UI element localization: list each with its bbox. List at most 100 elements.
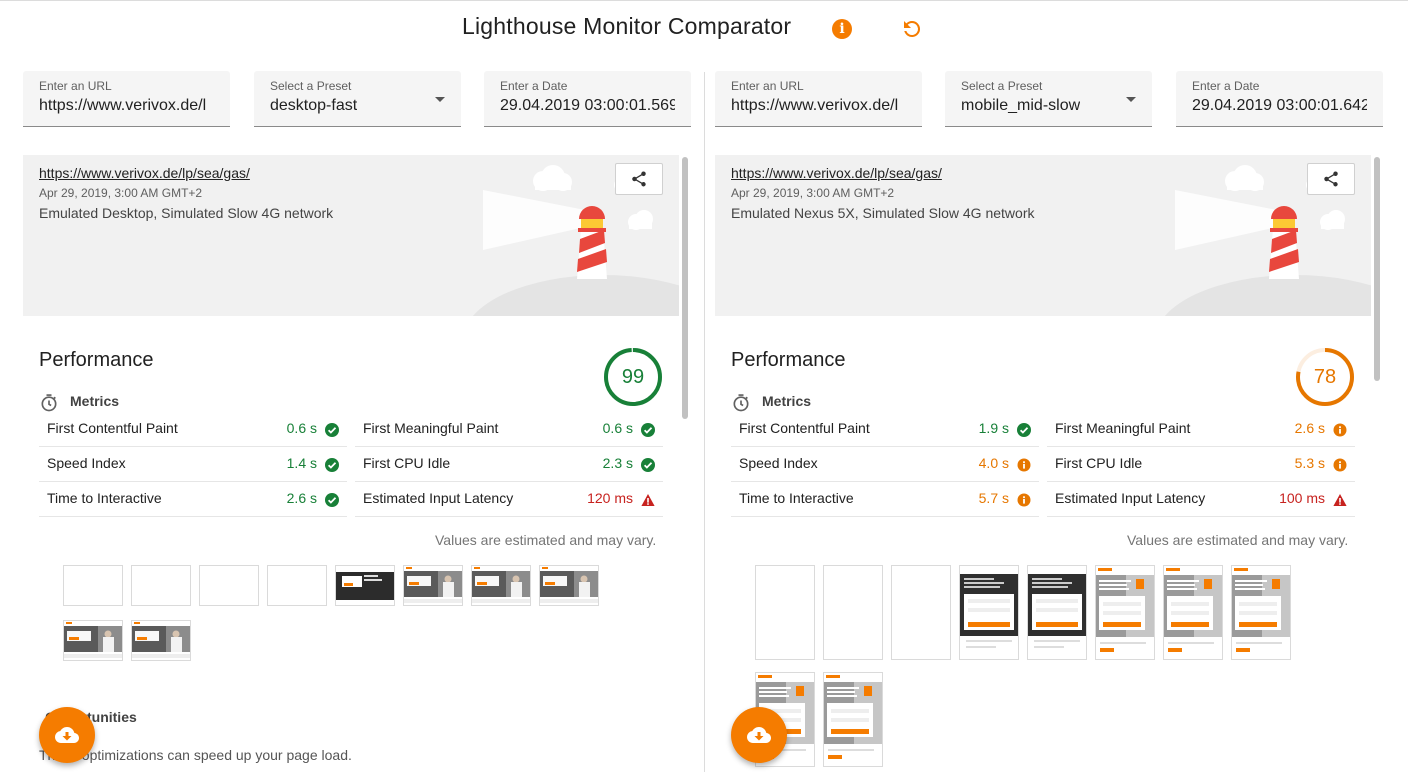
report-date: Apr 29, 2019, 3:00 AM GMT+2 <box>39 186 203 200</box>
preset-select-label: Select a Preset <box>961 79 1043 93</box>
metric-row: First Meaningful Paint 2.6 s <box>1047 412 1355 447</box>
screenshot-image <box>960 566 1018 658</box>
screenshot-image <box>132 621 190 660</box>
right-preset-select[interactable]: Select a Preset mobile_mid-slow <box>945 71 1152 127</box>
right-report-panel[interactable]: https://www.verivox.de/lp/sea/gas/ Apr 2… <box>715 155 1371 777</box>
preset-select-value[interactable]: mobile_mid-slow <box>961 97 1080 115</box>
share-button[interactable] <box>1307 163 1355 195</box>
info-icon[interactable]: i <box>832 19 852 39</box>
pass-check-icon <box>641 423 655 437</box>
metric-value: 2.6 s <box>1294 420 1325 436</box>
url-field-label: Enter an URL <box>39 79 112 93</box>
url-field-value[interactable]: https://www.verivox.de/l <box>731 97 909 115</box>
pass-check-icon <box>325 423 339 437</box>
url-field-value[interactable]: https://www.verivox.de/l <box>39 97 217 115</box>
date-field-label: Enter a Date <box>500 79 568 93</box>
date-field-value[interactable]: 29.04.2019 03:00:01.642 <box>1192 97 1367 115</box>
share-icon <box>1324 171 1338 187</box>
metric-name: Time to Interactive <box>47 490 162 506</box>
filmstrip-frame <box>823 672 883 767</box>
left-date-field[interactable]: Enter a Date 29.04.2019 03:00:01.569 <box>484 71 691 127</box>
report-environment: Emulated Nexus 5X, Simulated Slow 4G net… <box>731 205 1035 221</box>
metric-value: 5.7 s <box>978 490 1009 506</box>
metric-value: 4.0 s <box>978 455 1009 471</box>
metrics-label: Metrics <box>762 393 812 409</box>
metric-row: First CPU Idle 2.3 s <box>355 447 663 482</box>
filmstrip-frame <box>1095 565 1155 660</box>
left-download-button[interactable] <box>39 707 95 763</box>
screenshot-image <box>472 566 530 605</box>
average-info-icon <box>1333 423 1347 437</box>
right-scrollbar[interactable] <box>1374 157 1380 381</box>
performance-title: Performance <box>731 349 846 371</box>
performance-score: 78 <box>1313 366 1337 388</box>
filmstrip-frame <box>891 565 951 660</box>
left-scrollbar[interactable] <box>682 157 688 419</box>
dropdown-arrow-icon[interactable] <box>1126 97 1136 102</box>
metric-value: 1.9 s <box>978 420 1009 436</box>
metric-name: Estimated Input Latency <box>363 490 514 506</box>
metric-row: Estimated Input Latency 100 ms <box>1047 482 1355 517</box>
filmstrip-frame <box>63 565 123 606</box>
screenshot-image <box>64 621 122 660</box>
url-field-label: Enter an URL <box>731 79 804 93</box>
left-report-panel[interactable]: https://www.verivox.de/lp/sea/gas/ Apr 2… <box>23 155 679 777</box>
screenshot-image <box>1028 566 1086 658</box>
report-url-link[interactable]: https://www.verivox.de/lp/sea/gas/ <box>731 165 942 181</box>
report-url-link[interactable]: https://www.verivox.de/lp/sea/gas/ <box>39 165 250 181</box>
metric-name: Speed Index <box>739 455 818 471</box>
screenshot-image <box>824 673 882 765</box>
metric-name: First CPU Idle <box>1055 455 1143 471</box>
screenshot-image <box>540 566 598 605</box>
right-download-button[interactable] <box>731 707 787 763</box>
left-preset-select[interactable]: Select a Preset desktop-fast <box>254 71 461 127</box>
performance-title: Performance <box>39 349 154 371</box>
pass-check-icon <box>1017 423 1031 437</box>
metric-row: First Contentful Paint 0.6 s <box>39 412 347 447</box>
metric-name: Speed Index <box>47 455 126 471</box>
refresh-icon[interactable] <box>900 17 924 41</box>
date-field-value[interactable]: 29.04.2019 03:00:01.569 <box>500 97 675 115</box>
right-url-field[interactable]: Enter an URL https://www.verivox.de/l <box>715 71 922 127</box>
cloud-download-icon <box>747 727 771 743</box>
metric-row: First Contentful Paint 1.9 s <box>731 412 1039 447</box>
left-url-field[interactable]: Enter an URL https://www.verivox.de/l <box>23 71 230 127</box>
report-date: Apr 29, 2019, 3:00 AM GMT+2 <box>731 186 895 200</box>
filmstrip-frame <box>199 565 259 606</box>
share-button[interactable] <box>615 163 663 195</box>
filmstrip-frame <box>267 565 327 606</box>
screenshot-image <box>1164 566 1222 658</box>
filmstrip-frame <box>335 565 395 606</box>
fail-warning-icon <box>641 494 655 506</box>
cloud-download-icon <box>55 727 79 743</box>
metric-row: Time to Interactive 2.6 s <box>39 482 347 517</box>
filmstrip-frame <box>403 565 463 606</box>
filmstrip-frame <box>755 565 815 660</box>
filmstrip-frame <box>1027 565 1087 660</box>
filmstrip-frame <box>1231 565 1291 660</box>
filmstrip-frame <box>131 565 191 606</box>
metric-name: First CPU Idle <box>363 455 451 471</box>
screenshot-image <box>1232 566 1290 658</box>
metric-value: 100 ms <box>1279 490 1325 506</box>
filmstrip-frame <box>471 565 531 606</box>
metric-row: Time to Interactive 5.7 s <box>731 482 1039 517</box>
filmstrip-frame <box>63 620 123 661</box>
metric-row: First Meaningful Paint 0.6 s <box>355 412 663 447</box>
filmstrip-frame <box>823 565 883 660</box>
column-divider <box>704 72 705 772</box>
metric-row: Estimated Input Latency 120 ms <box>355 482 663 517</box>
share-icon <box>632 171 646 187</box>
dropdown-arrow-icon[interactable] <box>435 97 445 102</box>
estimate-note: Values are estimated and may vary. <box>435 532 657 548</box>
preset-select-value[interactable]: desktop-fast <box>270 97 357 115</box>
metric-name: First Contentful Paint <box>47 420 178 436</box>
top-border <box>0 0 1408 1</box>
metric-name: First Meaningful Paint <box>1055 420 1191 436</box>
screenshot-image <box>1096 566 1154 658</box>
right-date-field[interactable]: Enter a Date 29.04.2019 03:00:01.642 <box>1176 71 1383 127</box>
average-info-icon <box>1333 458 1347 472</box>
screenshot-image <box>404 566 462 605</box>
report-header: https://www.verivox.de/lp/sea/gas/ Apr 2… <box>715 155 1371 316</box>
preset-select-label: Select a Preset <box>270 79 352 93</box>
